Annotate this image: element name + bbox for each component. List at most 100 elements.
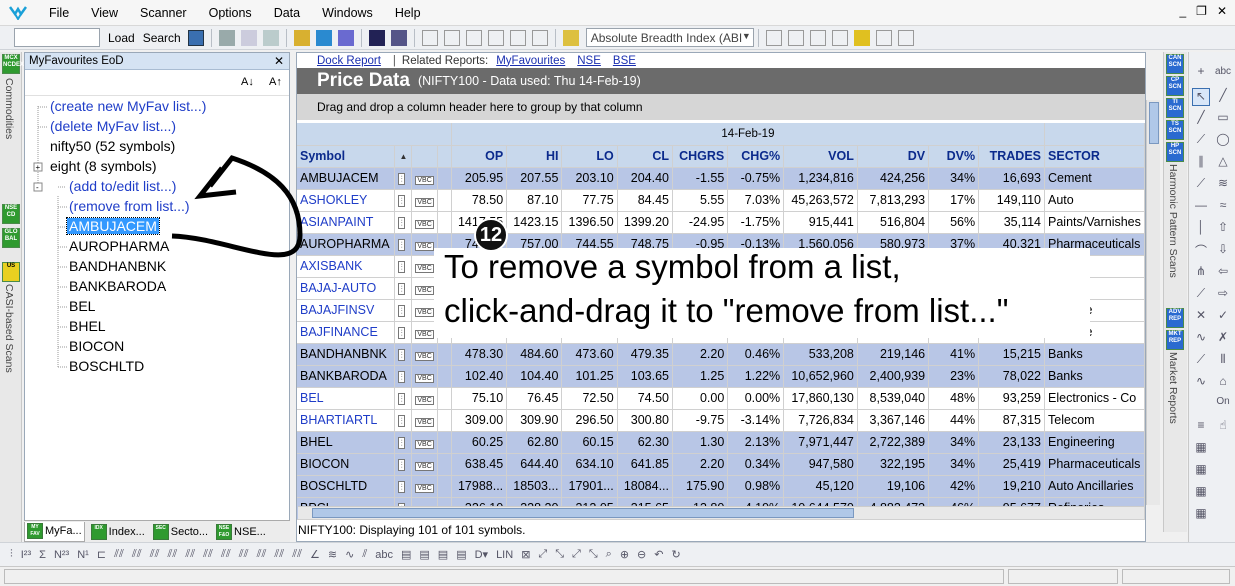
row-chart-icon[interactable]: ⫶ (394, 453, 413, 476)
tree-item-bel[interactable]: BEL (69, 298, 95, 314)
cross-mark-icon[interactable]: ✗ (1214, 330, 1232, 348)
symbol-cell[interactable]: AUROPHARMA (297, 233, 396, 256)
col-header-sector[interactable]: SECTOR (1044, 145, 1145, 168)
col-header-trades[interactable]: TRADES (978, 145, 1046, 168)
sine-icon[interactable]: ∿ (1192, 374, 1210, 392)
tree-item-auropharma[interactable]: AUROPHARMA (69, 238, 169, 254)
table-row[interactable]: BEL ⫶ VBC 75.10 76.45 72.50 74.50 0.00 0.00% 17,8… (297, 387, 1145, 410)
pivot-icon[interactable] (787, 29, 804, 46)
pitchfork-icon[interactable]: ⋔ (1192, 264, 1210, 282)
row-vbc-icon[interactable]: VBC (411, 475, 438, 498)
tree-node-nifty50[interactable]: nifty50 (52 symbols) (50, 138, 175, 154)
pointer-hand-icon[interactable]: ☝ (1214, 418, 1232, 436)
camarilla-icon[interactable] (809, 29, 826, 46)
cp-scn-badge-icon[interactable]: CP SCN (1166, 76, 1184, 96)
star-icon[interactable] (853, 29, 870, 46)
hilo-icon[interactable] (487, 29, 504, 46)
scrollbar-thumb[interactable] (1149, 102, 1159, 144)
restore-icon[interactable]: ❐ (1196, 4, 1207, 18)
col-header-dv[interactable]: DV (857, 145, 930, 168)
refresh-icon[interactable]: ↻ (671, 548, 680, 561)
row-chart-icon[interactable]: ⫶ (394, 277, 413, 300)
ma-icon[interactable] (531, 29, 548, 46)
hline-icon[interactable]: ― (1192, 198, 1210, 216)
on-toggle-icon[interactable]: On (1214, 396, 1232, 414)
row-vbc-icon[interactable]: VBC (411, 431, 438, 454)
menu-view[interactable]: View (80, 6, 129, 20)
nse-cd-badge-icon[interactable]: NSE CD (2, 204, 20, 224)
cycle-icon[interactable]: ∿ (1192, 330, 1210, 348)
fib-extension-icon[interactable]: ≡ (1192, 418, 1210, 436)
global-badge-icon[interactable]: GLO BAL (2, 228, 20, 248)
chart-g-icon[interactable]: ⫽⫽ (221, 548, 231, 561)
gann-icon[interactable]: ✕ (1192, 308, 1210, 326)
row-chart-icon[interactable]: ⫶ (394, 387, 413, 410)
chart-icon[interactable]: ⫶ (398, 371, 405, 383)
bse-link[interactable]: BSE (613, 55, 636, 67)
chart-j-icon[interactable]: ⫽⫽ (274, 548, 284, 561)
row-vbc-icon[interactable]: VBC (411, 167, 438, 190)
indicator-combo[interactable]: Absolute Breadth Index (ABI ▼ (585, 28, 754, 47)
chart-f-icon[interactable]: ⫽⫽ (203, 548, 213, 561)
zoom-fit-icon[interactable]: ⊠ (521, 548, 530, 561)
row-chart-icon[interactable]: ⫶ (394, 409, 413, 432)
indicator-icon[interactable] (315, 29, 332, 46)
menu-data[interactable]: Data (263, 6, 311, 20)
chart-icon[interactable]: ⫶ (398, 305, 405, 317)
fan-icon[interactable]: ⟋ (1192, 176, 1210, 194)
zoom-c-icon[interactable]: ⤢ (572, 548, 581, 561)
tree-item-biocon[interactable]: BIOCON (69, 338, 124, 354)
symbol-cell[interactable]: BANDHANBNK (297, 343, 396, 366)
chart-b-icon[interactable]: ⫽⫽ (132, 548, 142, 561)
doc-b-icon[interactable]: ▤ (419, 548, 429, 561)
save-icon[interactable] (218, 29, 235, 46)
symbol-cell[interactable]: BEL (297, 387, 396, 410)
chart-icon[interactable]: ⫶ (398, 481, 405, 493)
n-1-icon[interactable]: N¹ (77, 549, 89, 561)
rectangle-icon[interactable]: ▭ (1214, 110, 1232, 128)
magnify-icon[interactable]: ⌕ (606, 548, 612, 561)
row-vbc-icon[interactable]: VBC (411, 453, 438, 476)
n-23-icon[interactable]: N²³ (54, 549, 69, 561)
bell-icon[interactable]: ⌂ (1214, 374, 1232, 392)
report-icon[interactable] (368, 29, 385, 46)
zoom-a-icon[interactable]: ⤢ (538, 548, 547, 561)
menu-file[interactable]: File (38, 6, 80, 20)
row-chart-icon[interactable]: ⫶ (394, 431, 413, 454)
minimize-icon[interactable]: _ (1179, 4, 1186, 18)
panel-close-icon[interactable]: ✕ (274, 54, 284, 68)
ray-icon[interactable]: ⟋ (1192, 132, 1210, 150)
line-tool-icon[interactable]: ╱ (1214, 88, 1232, 106)
col-header-chgp[interactable]: CHG% (727, 145, 785, 168)
symbol-cell[interactable]: BAJAJ-AUTO (297, 277, 396, 300)
chart-c-icon[interactable]: ⫽⫽ (150, 548, 160, 561)
symbol-cell[interactable]: BAJAJFINSV (297, 299, 396, 322)
sum-icon[interactable]: Σ (39, 549, 46, 561)
chart-i-icon[interactable]: ⫽⫽ (257, 548, 267, 561)
d-dropdown-icon[interactable]: D▾ (475, 548, 488, 561)
row-chart-icon[interactable]: ⫶ (394, 255, 413, 278)
zoom-in-icon[interactable]: ⊕ (620, 548, 629, 561)
table-row[interactable]: BANDHANBNK ⫶ VBC 478.30 484.60 473.60 479.35 2.… (297, 343, 1145, 366)
row-vbc-icon[interactable]: VBC (411, 387, 438, 410)
row-chart-icon[interactable]: ⫶ (394, 365, 413, 388)
col-header-symbol[interactable]: Symbol (297, 145, 396, 168)
zoom-b-icon[interactable]: ⤡ (555, 548, 564, 561)
col-header-op[interactable]: OP (451, 145, 508, 168)
symbol-cell[interactable]: BAJFINANCE (297, 321, 396, 344)
chart-icon[interactable]: ⫶ (398, 217, 405, 229)
col-header-cl[interactable]: CL (617, 145, 674, 168)
tab-index[interactable]: IDX Index... (89, 522, 147, 542)
row-chart-icon[interactable]: ⫶ (394, 343, 413, 366)
scan-icon[interactable] (337, 29, 354, 46)
chart-h-icon[interactable]: ⫽⫽ (239, 548, 249, 561)
compare-icon[interactable]: ⫽ (362, 548, 367, 561)
chart-icon[interactable]: ⫶ (398, 173, 405, 185)
col-header-chgrs[interactable]: CHGRS (672, 145, 729, 168)
arrow-left-icon[interactable]: ⇦ (1214, 264, 1232, 282)
tree-remove-from-list[interactable]: (remove from list...) (69, 198, 190, 214)
myfavourites-link[interactable]: MyFavourites (496, 55, 565, 67)
table-row[interactable]: BHARTIARTL ⫶ VBC 309.00 309.90 296.50 300.80 -9… (297, 409, 1145, 432)
row-vbc-icon[interactable]: VBC (411, 211, 438, 234)
speed-line-icon[interactable]: ⟋ (1192, 352, 1210, 370)
